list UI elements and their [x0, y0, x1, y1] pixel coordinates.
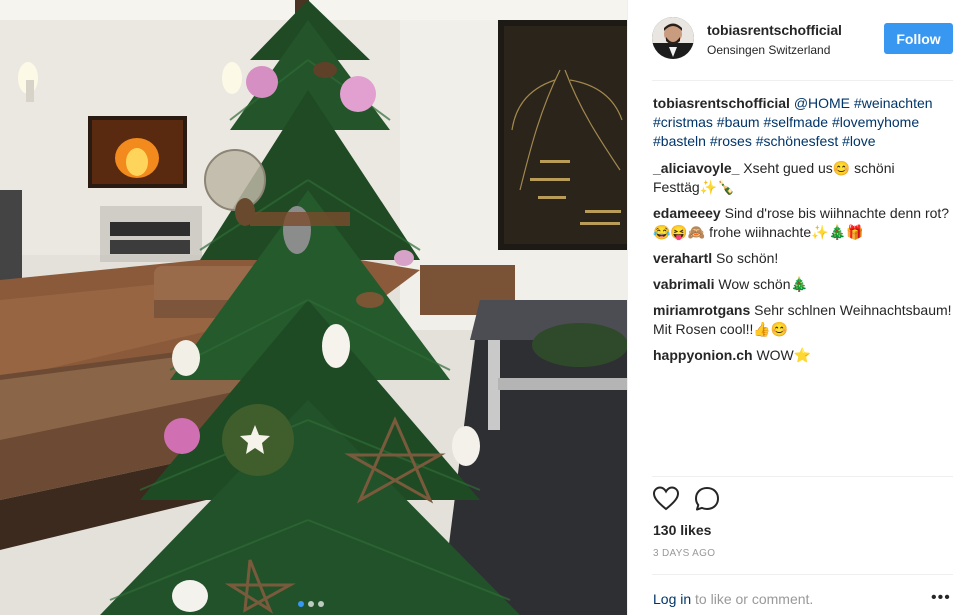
comment-text: So schön! — [716, 250, 779, 266]
login-prompt: Log in to like or comment. — [653, 591, 813, 607]
comment-text: Wow schön🎄 — [718, 276, 808, 292]
comment-username[interactable]: verahartl — [653, 250, 712, 266]
caption-mention[interactable]: @HOME — [794, 95, 850, 111]
login-link[interactable]: Log in — [653, 591, 691, 607]
avatar[interactable] — [652, 17, 694, 59]
post-timestamp[interactable]: 3 DAYS AGO — [653, 548, 715, 559]
likes-count[interactable]: 130 likes — [653, 522, 711, 538]
christmas-tree-photo — [0, 0, 627, 615]
divider — [652, 476, 953, 477]
post-caption: tobiasrentschofficial @HOME #weinachten … — [653, 94, 955, 151]
divider — [652, 80, 953, 81]
heart-icon[interactable] — [652, 485, 680, 513]
comment-item: _aliciavoyle_ Xseht gued us😊 schöni Fest… — [653, 159, 955, 197]
comment-username[interactable]: vabrimali — [653, 276, 714, 292]
comment-item: vabrimali Wow schön🎄 — [653, 275, 955, 294]
comment-username[interactable]: miriamrotgans — [653, 302, 750, 318]
more-options-icon[interactable]: ••• — [931, 589, 951, 607]
post-location[interactable]: Oensingen Switzerland — [707, 43, 830, 57]
divider — [652, 574, 953, 575]
comment-username[interactable]: happyonion.ch — [653, 347, 753, 363]
follow-button[interactable]: Follow — [884, 23, 953, 54]
comment-item: verahartl So schön! — [653, 249, 955, 268]
comment-username[interactable]: edameeey — [653, 205, 721, 221]
login-prompt-text: to like or comment. — [691, 591, 814, 607]
post-side-panel: tobiasrentschofficial Oensingen Switzerl… — [627, 0, 970, 615]
post-author-username[interactable]: tobiasrentschofficial — [707, 22, 842, 38]
caption-username[interactable]: tobiasrentschofficial — [653, 95, 790, 111]
comment-text: WOW⭐ — [756, 347, 812, 363]
comment-item: edameeey Sind d'rose bis wiihnachte denn… — [653, 204, 955, 242]
avatar-photo — [652, 17, 694, 59]
comments-list: tobiasrentschofficial @HOME #weinachten … — [653, 94, 955, 372]
comment-username[interactable]: _aliciavoyle_ — [653, 160, 739, 176]
post-photo[interactable] — [0, 0, 627, 615]
post-header: tobiasrentschofficial Oensingen Switzerl… — [628, 0, 970, 80]
comment-bubble-icon[interactable] — [693, 485, 721, 513]
comment-item: happyonion.ch WOW⭐ — [653, 346, 955, 365]
comment-item: miriamrotgans Sehr schlnen Weihnachtsbau… — [653, 301, 955, 339]
instagram-post-view: tobiasrentschofficial Oensingen Switzerl… — [0, 0, 970, 615]
